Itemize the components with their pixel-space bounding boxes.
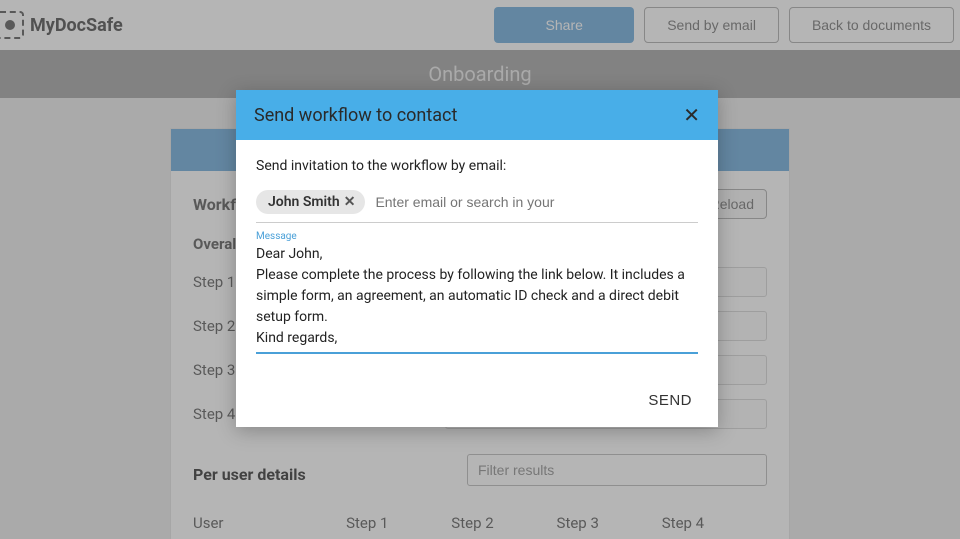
send-button[interactable]: SEND (648, 392, 692, 409)
message-label: Message (256, 231, 698, 242)
modal-header: Send workflow to contact ✕ (236, 90, 718, 140)
chip-remove-icon[interactable]: ✕ (342, 194, 358, 210)
modal-instruction: Send invitation to the workflow by email… (256, 158, 698, 174)
recipient-chip: John Smith ✕ (256, 190, 365, 214)
send-workflow-modal: Send workflow to contact ✕ Send invitati… (236, 90, 718, 427)
recipient-row: John Smith ✕ (256, 190, 698, 223)
modal-title: Send workflow to contact (254, 105, 457, 126)
chip-label: John Smith (268, 194, 340, 210)
close-icon[interactable]: ✕ (683, 103, 700, 128)
recipient-input[interactable] (375, 194, 698, 210)
message-textarea[interactable] (256, 244, 698, 354)
